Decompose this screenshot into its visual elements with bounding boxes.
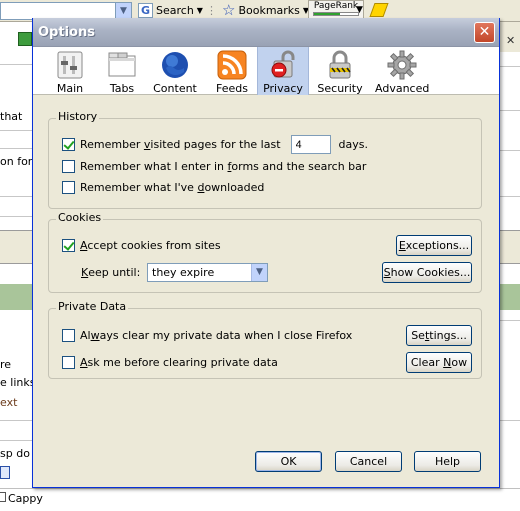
page-green-band-right [499,284,520,310]
page-green-band [0,284,32,310]
remember-visited-label[interactable]: Remember visited pages for the last [80,138,281,151]
remember-forms-label[interactable]: Remember what I enter in forms and the s… [80,160,366,173]
always-clear-row: Always clear my private data when I clos… [62,329,352,342]
bookmarks-label[interactable]: Bookmarks [238,4,299,17]
pane-tabs[interactable]: Tabs [105,47,139,95]
page-favicon [18,32,32,46]
close-tab-icon[interactable]: ✕ [506,34,515,47]
private-data-group: Private Data Always clear my private dat… [48,300,482,379]
options-dialog: Options ✕ Main Tabs Content Feeds Privac… [32,18,500,488]
page-bottom-bar [0,488,520,511]
google-icon: G [138,3,153,18]
divider [0,64,32,65]
pane-content[interactable]: Content [153,47,197,95]
cookies-group: Cookies Accept cookies from sites Keep u… [48,211,482,293]
page-gray-band [0,230,32,264]
history-title: History [56,110,100,123]
keep-until-select[interactable]: they expire ▼ [147,263,268,282]
search-dropdown-icon[interactable]: ▼ [197,6,203,15]
padlock-icon [329,50,351,79]
dialog-titlebar[interactable]: Options ✕ [33,18,499,47]
tabs-icon [108,52,136,77]
star-icon: ☆ [222,1,236,19]
pagerank-fill [314,13,341,15]
ask-before-clearing-label[interactable]: Ask me before clearing private data [80,356,278,369]
divider [0,130,32,131]
pane-label: Content [153,82,197,95]
dropdown-arrow-icon[interactable]: ▼ [251,264,267,281]
page-text: re [0,358,12,371]
help-button[interactable]: Help [414,451,481,472]
remember-downloads-checkbox[interactable] [62,181,75,194]
privacy-lock-icon [271,50,295,78]
pane-main[interactable]: Main [53,47,87,95]
days-label: days. [338,138,368,151]
cancel-button[interactable]: Cancel [335,451,402,472]
remember-forms-row: Remember what I enter in forms and the s… [62,160,366,173]
pane-label: Feeds [216,82,248,95]
page-text[interactable]: e links [0,376,35,389]
dialog-title: Options [38,25,95,40]
ask-before-clearing-row: Ask me before clearing private data [62,356,278,369]
remember-visited-row: Remember visited pages for the last days… [62,135,368,154]
pane-label: Privacy [263,82,303,95]
pane-label: Tabs [109,82,135,95]
page-text: on for [0,155,33,168]
keep-until-label: Keep until: [81,266,141,279]
divider [0,196,32,197]
accept-cookies-row: Accept cookies from sites [62,239,221,252]
keep-until-value: they expire [152,266,215,279]
pane-label: Advanced [375,82,430,95]
show-cookies-button[interactable]: Show Cookies... [382,262,472,283]
cappy-label: Cappy [8,492,43,505]
pane-privacy[interactable]: Privacy [257,47,309,95]
main-icon [57,51,83,79]
remember-forms-checkbox[interactable] [62,160,75,173]
always-clear-label[interactable]: Always clear my private data when I clos… [80,329,352,342]
always-clear-checkbox[interactable] [62,329,75,342]
pane-feeds[interactable]: Feeds [213,47,251,95]
cookies-title: Cookies [56,211,104,224]
clear-now-button[interactable]: Clear Now [406,352,472,373]
ok-button[interactable]: OK [255,451,322,472]
search-label[interactable]: Search [156,4,194,17]
bookmarks-toolbar[interactable]: ☆ Bookmarks ▼ [222,3,309,18]
gear-icon [387,50,417,80]
page-text: sp do [0,447,30,460]
pane-label: Main [56,82,84,95]
remember-visited-checkbox[interactable] [62,138,75,151]
page-text: that [0,110,23,123]
private-data-title: Private Data [56,300,129,313]
history-group: History Remember visited pages for the l… [48,110,482,209]
page-text: ext [0,396,18,409]
close-button[interactable]: ✕ [474,22,495,43]
divider [0,148,32,149]
pagerank-dropdown-icon[interactable]: ▼ [356,5,363,15]
page-input[interactable] [0,466,10,479]
divider [0,216,32,217]
globe-icon [162,52,188,78]
remember-downloads-label[interactable]: Remember what I've downloaded [80,181,264,194]
separator-icon: ⋮ [205,4,217,17]
ask-before-clearing-checkbox[interactable] [62,356,75,369]
divider [0,420,32,421]
accept-cookies-checkbox[interactable] [62,239,75,252]
search-toolbar[interactable]: G Search ▼ ⋮ [138,3,217,18]
page-gray-band-right [499,230,520,264]
url-dropdown-icon[interactable]: ▼ [115,3,131,19]
history-days-input[interactable] [290,135,331,154]
pagerank-bar [313,12,359,16]
settings-button[interactable]: Settings... [406,325,472,346]
pane-security[interactable]: Security [317,47,363,95]
pane-label: Security [317,82,363,95]
cappy-checkbox[interactable] [0,492,6,502]
divider [0,440,32,441]
preference-pane-bar: Main Tabs Content Feeds Privacy Security… [33,47,499,95]
remember-downloads-row: Remember what I've downloaded [62,181,264,194]
accept-cookies-label[interactable]: Accept cookies from sites [80,239,221,252]
pagerank-label: PageRank [313,1,359,11]
exceptions-button[interactable]: Exceptions... [396,235,472,256]
pane-advanced[interactable]: Advanced [375,47,429,95]
rss-icon [217,50,247,80]
